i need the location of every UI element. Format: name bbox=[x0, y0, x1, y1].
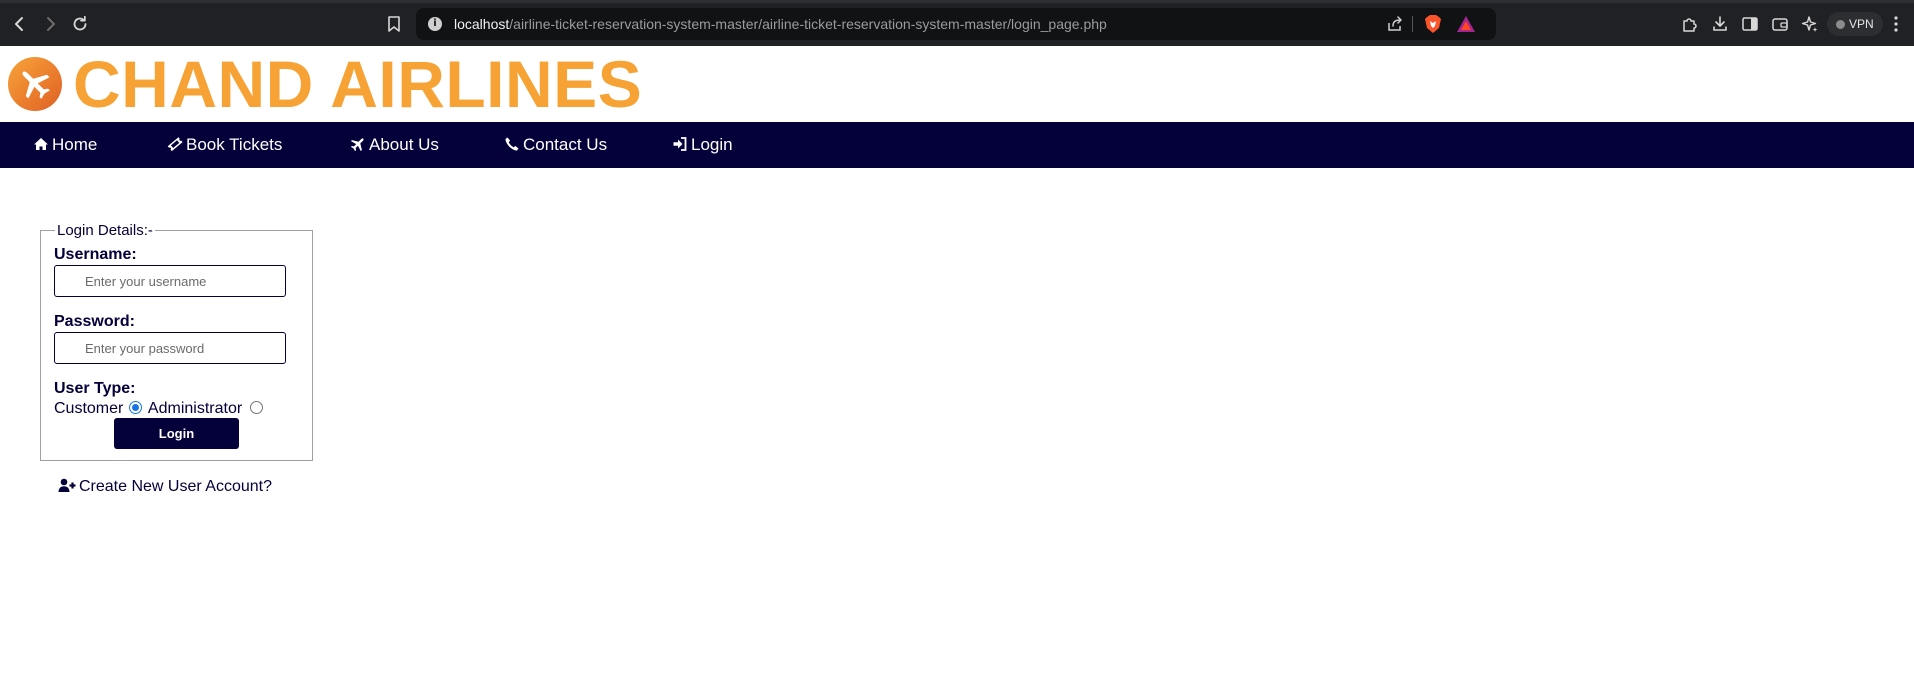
create-account-label: Create New User Account? bbox=[79, 478, 272, 495]
vpn-button[interactable]: VPN bbox=[1827, 12, 1883, 36]
tab-strip-edge bbox=[0, 0, 1914, 3]
login-fieldset: Login Details:- Username: Password: User… bbox=[40, 222, 313, 461]
phone-icon bbox=[505, 137, 519, 151]
login-legend: Login Details:- bbox=[55, 222, 155, 240]
chevron-left-icon bbox=[15, 17, 23, 31]
login-button[interactable]: Login bbox=[114, 418, 239, 449]
leo-ai-button[interactable] bbox=[1801, 15, 1819, 33]
bookmark-button[interactable] bbox=[384, 14, 404, 34]
sidebar-icon bbox=[1742, 17, 1758, 31]
user-type-label: User Type: bbox=[54, 380, 136, 397]
browser-menu-button[interactable] bbox=[1893, 14, 1899, 34]
nav-contact-us-label: Contact Us bbox=[523, 135, 608, 154]
brave-lion-icon bbox=[1425, 15, 1441, 33]
address-bar[interactable]: i localhost/airline-ticket-reservation-s… bbox=[416, 8, 1496, 40]
user-type-group: Customer Administrator bbox=[54, 400, 265, 418]
create-account-link[interactable]: Create New User Account? bbox=[58, 477, 272, 497]
nav-login-label: Login bbox=[691, 135, 733, 154]
share-icon bbox=[1388, 16, 1402, 31]
password-label: Password: bbox=[54, 313, 135, 330]
browser-toolbar: i localhost/airline-ticket-reservation-s… bbox=[0, 0, 1914, 46]
brave-rewards-button[interactable] bbox=[1456, 15, 1476, 33]
administrator-label: Administrator bbox=[147, 400, 243, 417]
nav-login[interactable]: Login bbox=[672, 122, 733, 168]
downloads-button[interactable] bbox=[1711, 15, 1729, 33]
brave-shields-button[interactable] bbox=[1424, 14, 1442, 34]
download-icon bbox=[1713, 16, 1727, 31]
user-plus-icon bbox=[58, 478, 76, 492]
ticket-icon bbox=[167, 137, 183, 152]
nav-book-tickets-label: Book Tickets bbox=[186, 135, 283, 154]
administrator-radio[interactable] bbox=[250, 401, 264, 414]
site-info-icon[interactable]: i bbox=[428, 17, 442, 31]
forward-button[interactable] bbox=[39, 13, 61, 35]
wallet-button[interactable] bbox=[1771, 15, 1789, 33]
customer-label: Customer bbox=[54, 400, 124, 417]
back-button[interactable] bbox=[9, 13, 31, 35]
share-button[interactable] bbox=[1386, 15, 1404, 33]
nav-about-us[interactable]: About Us bbox=[350, 122, 439, 168]
puzzle-icon bbox=[1683, 18, 1697, 32]
home-icon bbox=[34, 138, 48, 150]
plane-icon bbox=[350, 138, 364, 152]
chevron-right-icon bbox=[47, 17, 55, 31]
airplane-logo-icon bbox=[22, 71, 50, 99]
nav-about-us-label: About Us bbox=[369, 135, 439, 154]
main-nav: Home Book Tickets About Us Contact Us Lo… bbox=[0, 122, 1914, 168]
bookmark-icon bbox=[388, 16, 400, 32]
nav-contact-us[interactable]: Contact Us bbox=[504, 122, 607, 168]
sidebar-button[interactable] bbox=[1741, 15, 1759, 33]
vpn-label: VPN bbox=[1849, 17, 1874, 31]
wallet-icon bbox=[1772, 18, 1788, 31]
site-title: CHAND AIRLINES bbox=[73, 47, 643, 121]
nav-home-label: Home bbox=[52, 135, 98, 154]
reload-button[interactable] bbox=[69, 13, 91, 35]
sparkle-icon bbox=[1801, 16, 1818, 32]
username-label: Username: bbox=[54, 246, 137, 263]
reload-icon bbox=[73, 15, 87, 31]
extensions-button[interactable] bbox=[1681, 15, 1699, 33]
vpn-status-icon bbox=[1836, 20, 1845, 29]
password-input[interactable] bbox=[54, 332, 286, 364]
sign-in-icon bbox=[673, 137, 687, 151]
customer-radio[interactable] bbox=[129, 401, 143, 414]
rewards-triangle-icon bbox=[1457, 16, 1475, 32]
more-vertical-icon bbox=[1894, 16, 1898, 32]
airline-logo bbox=[8, 57, 62, 111]
url-divider bbox=[1412, 16, 1413, 32]
nav-home[interactable]: Home bbox=[33, 122, 97, 168]
nav-book-tickets[interactable]: Book Tickets bbox=[167, 122, 282, 168]
url-text: localhost/airline-ticket-reservation-sys… bbox=[454, 16, 1107, 32]
username-input[interactable] bbox=[54, 265, 286, 297]
